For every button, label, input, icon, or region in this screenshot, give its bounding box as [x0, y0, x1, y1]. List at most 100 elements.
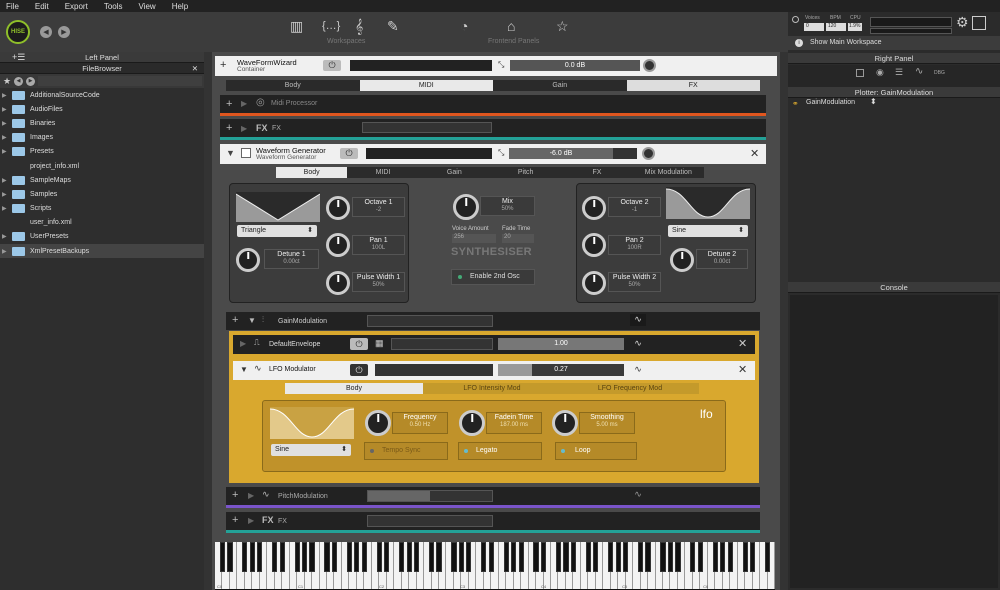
- lfo-tab-frequency[interactable]: LFO Frequency Mod: [561, 383, 699, 394]
- envelope-expand-icon[interactable]: ▶: [240, 339, 246, 348]
- container-balance-knob[interactable]: [643, 59, 656, 72]
- browse-back-icon[interactable]: ◀: [14, 76, 24, 86]
- file-item[interactable]: user_info.xml: [0, 216, 204, 230]
- genfx-collapse-icon[interactable]: ▶: [248, 516, 254, 525]
- envelope-power-button[interactable]: ⏻: [350, 338, 368, 350]
- file-item[interactable]: ▶ SampleMaps: [0, 173, 204, 187]
- chevron-updown-icon[interactable]: ⬍: [870, 97, 877, 106]
- black-key[interactable]: [570, 542, 576, 572]
- envelope-intensity-slider[interactable]: 1.00: [498, 338, 624, 350]
- close-icon[interactable]: ✕: [192, 63, 198, 74]
- home-icon[interactable]: ⌂: [507, 18, 515, 34]
- frequency-knob[interactable]: [365, 410, 391, 436]
- gen-tab-midi[interactable]: MIDI: [347, 167, 418, 178]
- lfo-tab-intensity[interactable]: LFO Intensity Mod: [423, 383, 561, 394]
- black-key[interactable]: [697, 542, 703, 572]
- wave-icon[interactable]: ∿: [915, 66, 923, 77]
- black-key[interactable]: [533, 542, 539, 572]
- expand-arrow-icon[interactable]: ▶: [2, 248, 12, 255]
- expand-arrow-icon[interactable]: ▶: [2, 148, 12, 155]
- gainmod-add-icon[interactable]: +: [232, 314, 238, 326]
- browse-forward-icon[interactable]: ▶: [26, 76, 36, 86]
- expand-arrow-icon[interactable]: ▶: [2, 177, 12, 184]
- octave1-knob[interactable]: [326, 196, 350, 220]
- black-key[interactable]: [227, 542, 233, 572]
- fade-time-field[interactable]: 20: [502, 234, 534, 243]
- expand-arrow-icon[interactable]: ▶: [2, 92, 12, 99]
- menu-file[interactable]: File: [0, 2, 19, 11]
- black-key[interactable]: [608, 542, 614, 572]
- black-key[interactable]: [518, 542, 524, 572]
- file-item[interactable]: ▶ Images: [0, 131, 204, 145]
- panel-layout-icon[interactable]: [856, 69, 864, 77]
- black-key[interactable]: [481, 542, 487, 572]
- container-gain-slider[interactable]: 0.0 dB: [510, 60, 640, 71]
- black-key[interactable]: [331, 542, 338, 572]
- waveform2-select[interactable]: Sine: [668, 225, 748, 237]
- black-key[interactable]: [503, 542, 509, 572]
- path-field[interactable]: [38, 76, 202, 86]
- expand-icon[interactable]: [972, 16, 986, 30]
- mix-knob[interactable]: [453, 194, 479, 220]
- black-key[interactable]: [675, 542, 681, 572]
- black-key[interactable]: [219, 542, 226, 572]
- black-key[interactable]: [257, 542, 263, 572]
- list-icon[interactable]: ☰: [895, 67, 903, 78]
- fx-add-icon[interactable]: +: [226, 122, 232, 134]
- black-key[interactable]: [242, 542, 248, 572]
- generator-power-button[interactable]: ⏻: [340, 148, 358, 159]
- black-key[interactable]: [272, 542, 278, 572]
- file-item[interactable]: ▶ Binaries: [0, 116, 204, 130]
- menu-export[interactable]: Export: [59, 2, 88, 11]
- black-key[interactable]: [384, 542, 390, 572]
- octave2-knob[interactable]: [582, 196, 606, 220]
- gen-tab-body[interactable]: Body: [276, 167, 348, 178]
- main-workspace-icon[interactable]: ▥: [290, 18, 303, 35]
- generator-balance-knob[interactable]: [642, 147, 655, 160]
- menu-help[interactable]: Help: [166, 2, 188, 11]
- fadein-knob[interactable]: [459, 410, 485, 436]
- black-key[interactable]: [406, 542, 412, 572]
- debug-button[interactable]: DBG: [934, 70, 945, 76]
- black-key[interactable]: [667, 542, 674, 572]
- eye-icon[interactable]: ◉: [876, 67, 884, 78]
- gen-tab-mix-modulation[interactable]: Mix Modulation: [633, 167, 704, 178]
- black-key[interactable]: [690, 542, 696, 572]
- black-key[interactable]: [346, 542, 352, 572]
- black-key[interactable]: [488, 542, 494, 572]
- black-key[interactable]: [294, 542, 300, 572]
- generator-close-icon[interactable]: ✕: [750, 147, 759, 160]
- black-key[interactable]: [764, 542, 771, 572]
- lfo-wave-select[interactable]: Sine: [271, 444, 351, 456]
- detune2-knob[interactable]: [670, 248, 694, 272]
- black-key[interactable]: [309, 542, 315, 572]
- pulse1-knob[interactable]: [326, 271, 350, 295]
- expand-arrow-icon[interactable]: ▶: [2, 205, 12, 212]
- black-key[interactable]: [376, 542, 382, 572]
- file-item[interactable]: ▶ XmlPresetBackups: [0, 244, 204, 259]
- menu-view[interactable]: View: [133, 2, 156, 11]
- black-key[interactable]: [712, 542, 718, 572]
- gainmod-collapse-icon[interactable]: ▼: [248, 316, 256, 325]
- black-key[interactable]: [742, 542, 748, 572]
- back-icon[interactable]: ◀: [40, 26, 52, 38]
- black-key[interactable]: [593, 542, 599, 572]
- smoothing-knob[interactable]: [552, 410, 578, 436]
- pitchmod-collapse-icon[interactable]: ▶: [248, 491, 254, 500]
- black-key[interactable]: [585, 542, 591, 572]
- file-item[interactable]: ▶ Scripts: [0, 202, 204, 216]
- pulse2-knob[interactable]: [582, 271, 606, 295]
- tab-midi[interactable]: MIDI: [359, 80, 493, 91]
- black-key[interactable]: [563, 542, 569, 572]
- pitchmod-add-icon[interactable]: +: [232, 489, 238, 501]
- black-key[interactable]: [466, 542, 472, 572]
- lfo-tab-body[interactable]: Body: [285, 383, 423, 394]
- frontend-compass-icon[interactable]: ◔: [460, 18, 468, 34]
- black-key[interactable]: [540, 542, 547, 572]
- generator-collapse-icon[interactable]: ▼: [226, 148, 235, 158]
- generator-gain-slider[interactable]: -6.0 dB: [509, 148, 613, 159]
- expand-arrow-icon[interactable]: ▶: [2, 233, 12, 240]
- black-key[interactable]: [511, 542, 517, 572]
- file-item[interactable]: ▶ AudioFiles: [0, 102, 204, 116]
- lfo-power-button[interactable]: ⏻: [350, 364, 368, 376]
